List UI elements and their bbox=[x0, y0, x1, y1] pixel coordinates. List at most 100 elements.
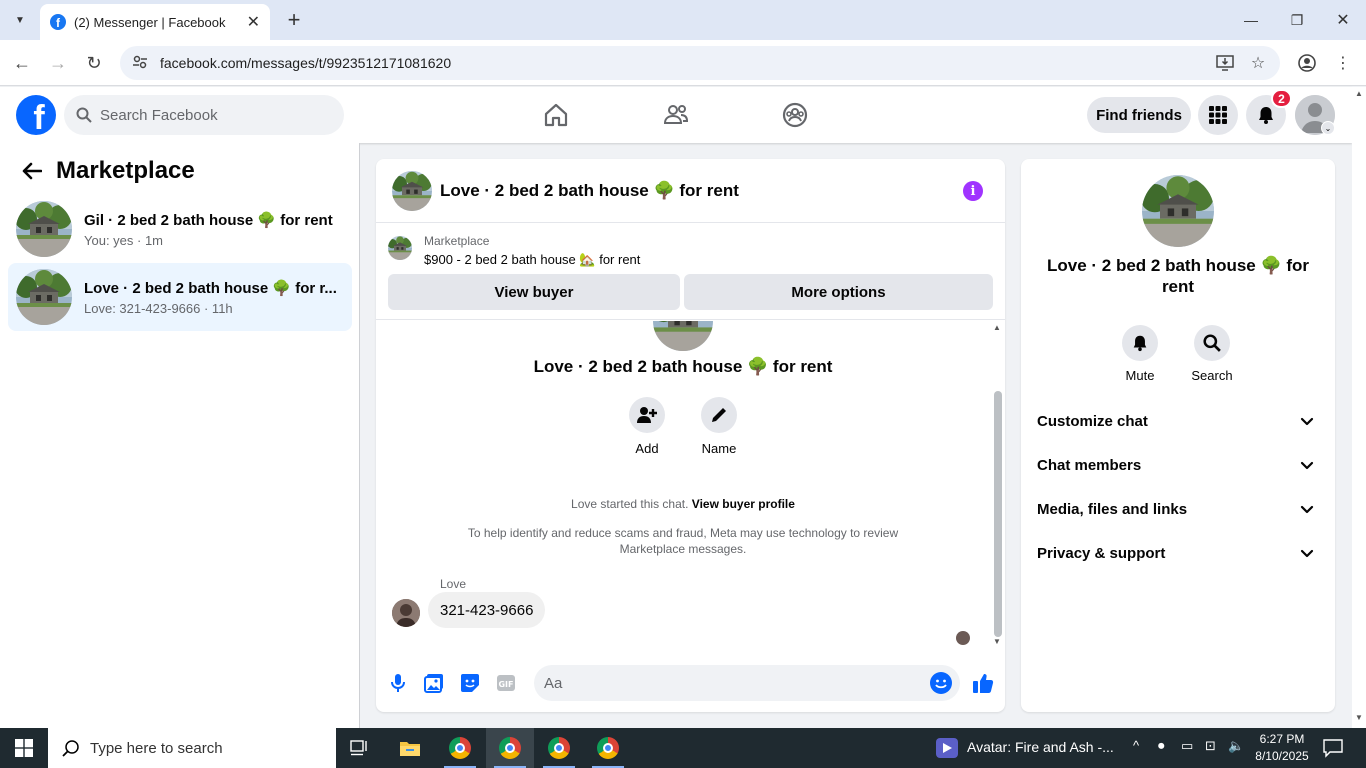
menu-grid-button[interactable] bbox=[1198, 95, 1238, 135]
add-people-button[interactable]: Add bbox=[617, 397, 677, 456]
omnibox[interactable]: facebook.com/messages/t/9923512171081620 bbox=[120, 46, 1280, 80]
chrome-app-icon[interactable] bbox=[535, 728, 583, 768]
taskbar-clock[interactable]: 6:27 PM 8/10/2025 bbox=[1250, 731, 1314, 765]
bell-icon bbox=[1133, 335, 1147, 352]
back-arrow-icon[interactable] bbox=[18, 157, 46, 185]
scroll-down-arrow-icon[interactable]: ▼ bbox=[1355, 713, 1363, 722]
search-in-conversation-button[interactable]: Search bbox=[1182, 325, 1242, 383]
conversation-info-icon[interactable]: i bbox=[963, 181, 983, 201]
tab-search-chevron-icon[interactable]: ▼ bbox=[8, 8, 32, 32]
message-bubble[interactable]: 321-423-9666 bbox=[428, 592, 546, 628]
listing-thumbnail[interactable] bbox=[388, 236, 412, 260]
chat-title[interactable]: Love · 2 bed 2 bath house 🌳 for rent bbox=[440, 181, 739, 201]
groups-icon[interactable] bbox=[781, 101, 809, 129]
bookmark-star-icon[interactable]: ☆ bbox=[1246, 51, 1270, 75]
conversation-item-gil[interactable]: Gil · 2 bed 2 bath house 🌳 for rent You:… bbox=[8, 195, 352, 263]
section-media-files-links[interactable]: Media, files and links bbox=[1029, 487, 1327, 531]
sidebar-title: Marketplace bbox=[56, 157, 195, 184]
notification-center-icon[interactable] bbox=[1322, 738, 1344, 758]
meet-now-icon[interactable]: ⏺ bbox=[1158, 738, 1165, 754]
chrome-menu-icon[interactable]: ⋮ bbox=[1331, 51, 1355, 75]
gif-icon[interactable]: GIF bbox=[494, 671, 518, 695]
friends-icon[interactable] bbox=[662, 101, 690, 129]
mute-label: Mute bbox=[1125, 368, 1155, 383]
sender-avatar[interactable] bbox=[392, 599, 420, 627]
facebook-logo-icon[interactable]: f bbox=[16, 95, 56, 135]
find-friends-button[interactable]: Find friends bbox=[1087, 97, 1191, 133]
chrome-profile-icon[interactable] bbox=[1295, 51, 1319, 75]
notification-badge: 2 bbox=[1271, 89, 1292, 108]
name-chat-button[interactable]: Name bbox=[689, 397, 749, 456]
account-chevron-down-icon[interactable]: ⌄ bbox=[1321, 121, 1335, 135]
mute-button[interactable]: Mute bbox=[1110, 325, 1170, 383]
pencil-icon bbox=[712, 408, 726, 422]
photo-icon[interactable] bbox=[422, 671, 446, 695]
new-tab-plus-icon[interactable]: + bbox=[282, 8, 306, 32]
scroll-up-arrow-icon[interactable]: ▲ bbox=[1355, 89, 1363, 98]
chrome-app-icon[interactable] bbox=[584, 728, 632, 768]
browser-tab-messenger[interactable]: f (2) Messenger | Facebook ✕ bbox=[40, 4, 270, 40]
scroll-down-arrow-icon[interactable]: ▼ bbox=[993, 637, 1001, 646]
section-privacy-support[interactable]: Privacy & support bbox=[1029, 531, 1327, 575]
add-label: Add bbox=[635, 441, 659, 456]
windows-start-icon[interactable] bbox=[0, 728, 48, 768]
taskbar-search-input[interactable] bbox=[90, 739, 320, 757]
message-input-box[interactable] bbox=[534, 665, 960, 701]
message-input[interactable] bbox=[544, 674, 904, 692]
install-app-icon[interactable] bbox=[1213, 51, 1237, 75]
facebook-favicon-icon: f bbox=[50, 14, 66, 30]
section-chat-members[interactable]: Chat members bbox=[1029, 443, 1327, 487]
forward-icon[interactable]: → bbox=[45, 50, 71, 76]
section-customize-chat[interactable]: Customize chat bbox=[1029, 399, 1327, 443]
marketplace-label: Marketplace bbox=[424, 234, 490, 248]
name-label: Name bbox=[701, 441, 737, 456]
home-icon[interactable] bbox=[542, 101, 570, 129]
search-icon bbox=[62, 740, 79, 757]
page-scrollbar[interactable]: ▲ ▼ bbox=[1352, 87, 1366, 728]
chrome-app-active-icon[interactable] bbox=[486, 728, 534, 768]
menu-grid-icon bbox=[1209, 106, 1227, 124]
back-icon[interactable]: ← bbox=[9, 50, 35, 76]
emoji-icon[interactable] bbox=[930, 672, 952, 694]
house-thumbnail bbox=[16, 201, 72, 257]
message-composer: GIF bbox=[376, 659, 1005, 712]
network-icon[interactable]: ⊡ bbox=[1205, 738, 1216, 754]
view-buyer-profile-link[interactable]: View buyer profile bbox=[692, 497, 795, 511]
taskbar-search[interactable] bbox=[48, 728, 336, 768]
site-settings-icon[interactable] bbox=[132, 54, 148, 73]
conversation-info-panel: Love · 2 bed 2 bath house 🌳 for rent Mut… bbox=[1021, 159, 1335, 712]
restore-icon[interactable]: ❐ bbox=[1274, 6, 1320, 34]
reload-icon[interactable]: ↻ bbox=[81, 50, 107, 76]
close-window-icon[interactable]: ✕ bbox=[1320, 6, 1366, 34]
volume-icon[interactable]: 🔈 bbox=[1228, 738, 1244, 754]
facebook-search-input[interactable] bbox=[100, 106, 320, 124]
show-hidden-icons-chevron-up-icon[interactable]: ^ bbox=[1133, 738, 1139, 753]
conversation-item-love[interactable]: Love · 2 bed 2 bath house 🌳 for r... Lov… bbox=[8, 263, 352, 331]
task-view-icon[interactable] bbox=[336, 728, 384, 768]
battery-icon[interactable]: ▭ bbox=[1181, 738, 1193, 754]
tab-title: (2) Messenger | Facebook bbox=[74, 14, 226, 30]
message-scrollbar[interactable]: ▲ ▼ bbox=[990, 321, 1004, 651]
scroll-thumb[interactable] bbox=[994, 391, 1002, 637]
thumbs-up-icon[interactable] bbox=[971, 671, 995, 695]
minimize-icon[interactable]: — bbox=[1228, 6, 1274, 34]
search-icon bbox=[76, 107, 92, 123]
marketplace-listing-strip: Marketplace $900 - 2 bed 2 bath house 🏡 … bbox=[376, 224, 1005, 320]
chrome-app-icon[interactable] bbox=[436, 728, 484, 768]
file-explorer-icon[interactable] bbox=[386, 728, 434, 768]
listing-title[interactable]: $900 - 2 bed 2 bath house 🏡 for rent bbox=[424, 252, 640, 268]
media-player-icon[interactable] bbox=[936, 738, 958, 758]
chevron-down-icon bbox=[1300, 461, 1314, 470]
search-icon bbox=[1203, 334, 1221, 352]
scroll-up-arrow-icon[interactable]: ▲ bbox=[993, 323, 1001, 332]
tab-close-icon[interactable]: ✕ bbox=[247, 12, 260, 32]
media-title[interactable]: Avatar: Fire and Ash -... bbox=[967, 739, 1114, 755]
microphone-icon[interactable] bbox=[386, 671, 410, 695]
chat-panel: Love · 2 bed 2 bath house 🌳 for rent i M… bbox=[376, 159, 1005, 712]
sticker-icon[interactable] bbox=[458, 671, 482, 695]
more-options-button[interactable]: More options bbox=[684, 274, 993, 310]
add-person-icon bbox=[637, 407, 657, 423]
view-buyer-button[interactable]: View buyer bbox=[388, 274, 680, 310]
facebook-search[interactable] bbox=[64, 95, 344, 135]
chat-header-thumbnail[interactable] bbox=[392, 171, 432, 211]
